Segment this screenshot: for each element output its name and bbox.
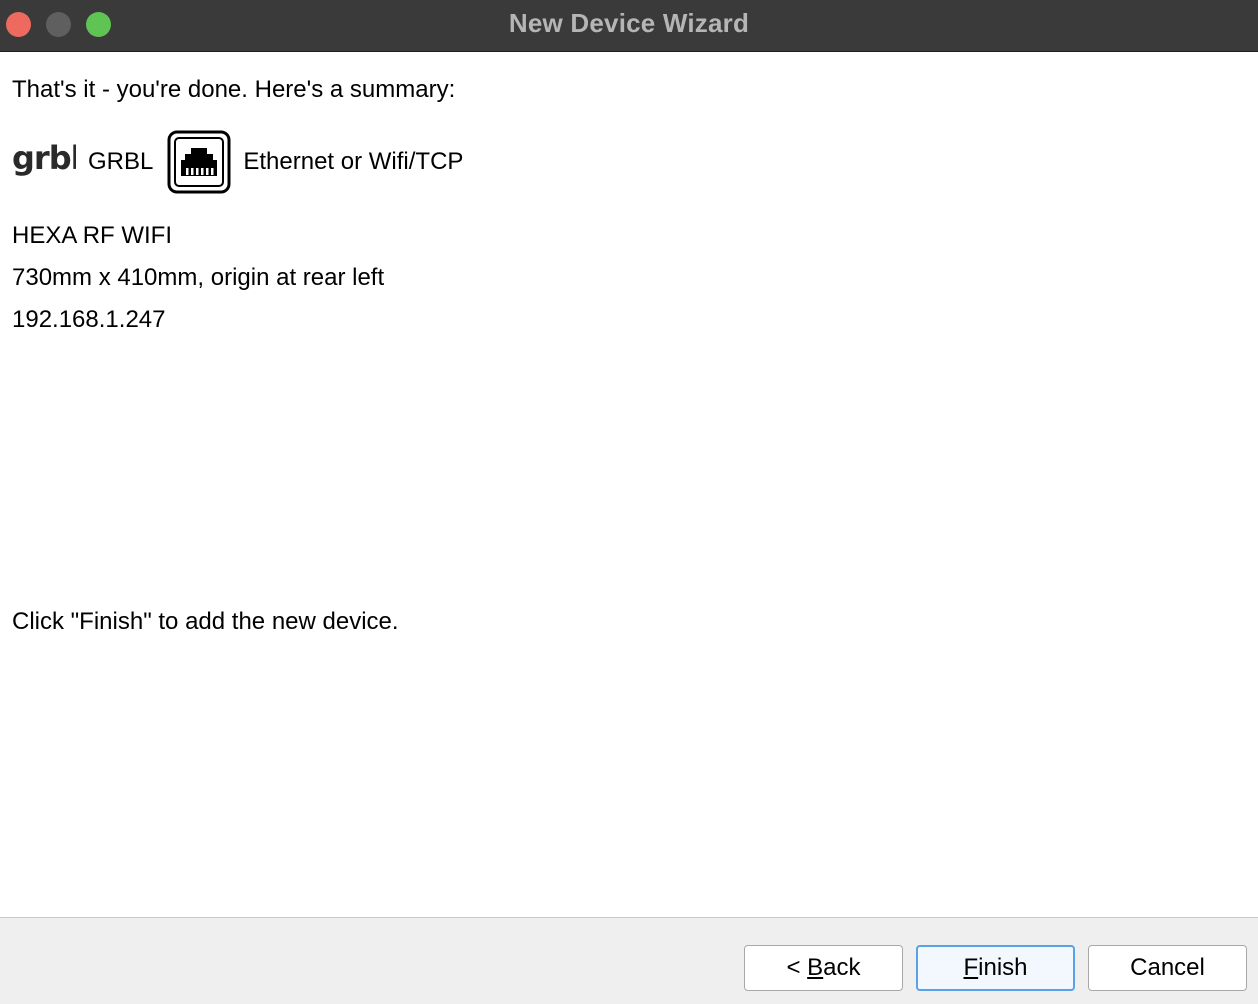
finish-button[interactable]: Finish <box>916 945 1075 991</box>
grbl-logo-icon: grbl <box>12 142 76 177</box>
svg-text:grbl: grbl <box>12 142 76 177</box>
back-button[interactable]: < Back <box>744 945 903 991</box>
ethernet-port-icon <box>167 130 231 194</box>
title-bar[interactable]: New Device Wizard <box>0 0 1258 52</box>
back-button-label: ack <box>823 954 861 981</box>
connection-type-label: Ethernet or Wifi/TCP <box>243 148 464 175</box>
device-type-label: GRBL <box>88 148 154 175</box>
device-summary-row: grbl GRBL Ethernet or Wifi/TCP <box>12 130 463 194</box>
finish-button-label: inish <box>978 954 1028 981</box>
summary-intro: That's it - you're done. Here's a summar… <box>12 76 456 103</box>
finish-button-mnemonic: F <box>963 954 979 981</box>
button-bar: < Back Finish Cancel <box>0 917 1258 1004</box>
bed-size: 730mm x 410mm, origin at rear left <box>12 264 385 291</box>
device-address: 192.168.1.247 <box>12 306 166 333</box>
finish-hint: Click "Finish" to add the new device. <box>12 608 399 635</box>
back-button-mnemonic: B <box>807 954 824 981</box>
wizard-window: New Device Wizard That's it - you're don… <box>0 0 1258 1004</box>
device-name: HEXA RF WIFI <box>12 222 173 249</box>
cancel-button[interactable]: Cancel <box>1088 945 1247 991</box>
window-title: New Device Wizard <box>508 8 750 38</box>
back-button-prefix: < <box>786 954 808 981</box>
